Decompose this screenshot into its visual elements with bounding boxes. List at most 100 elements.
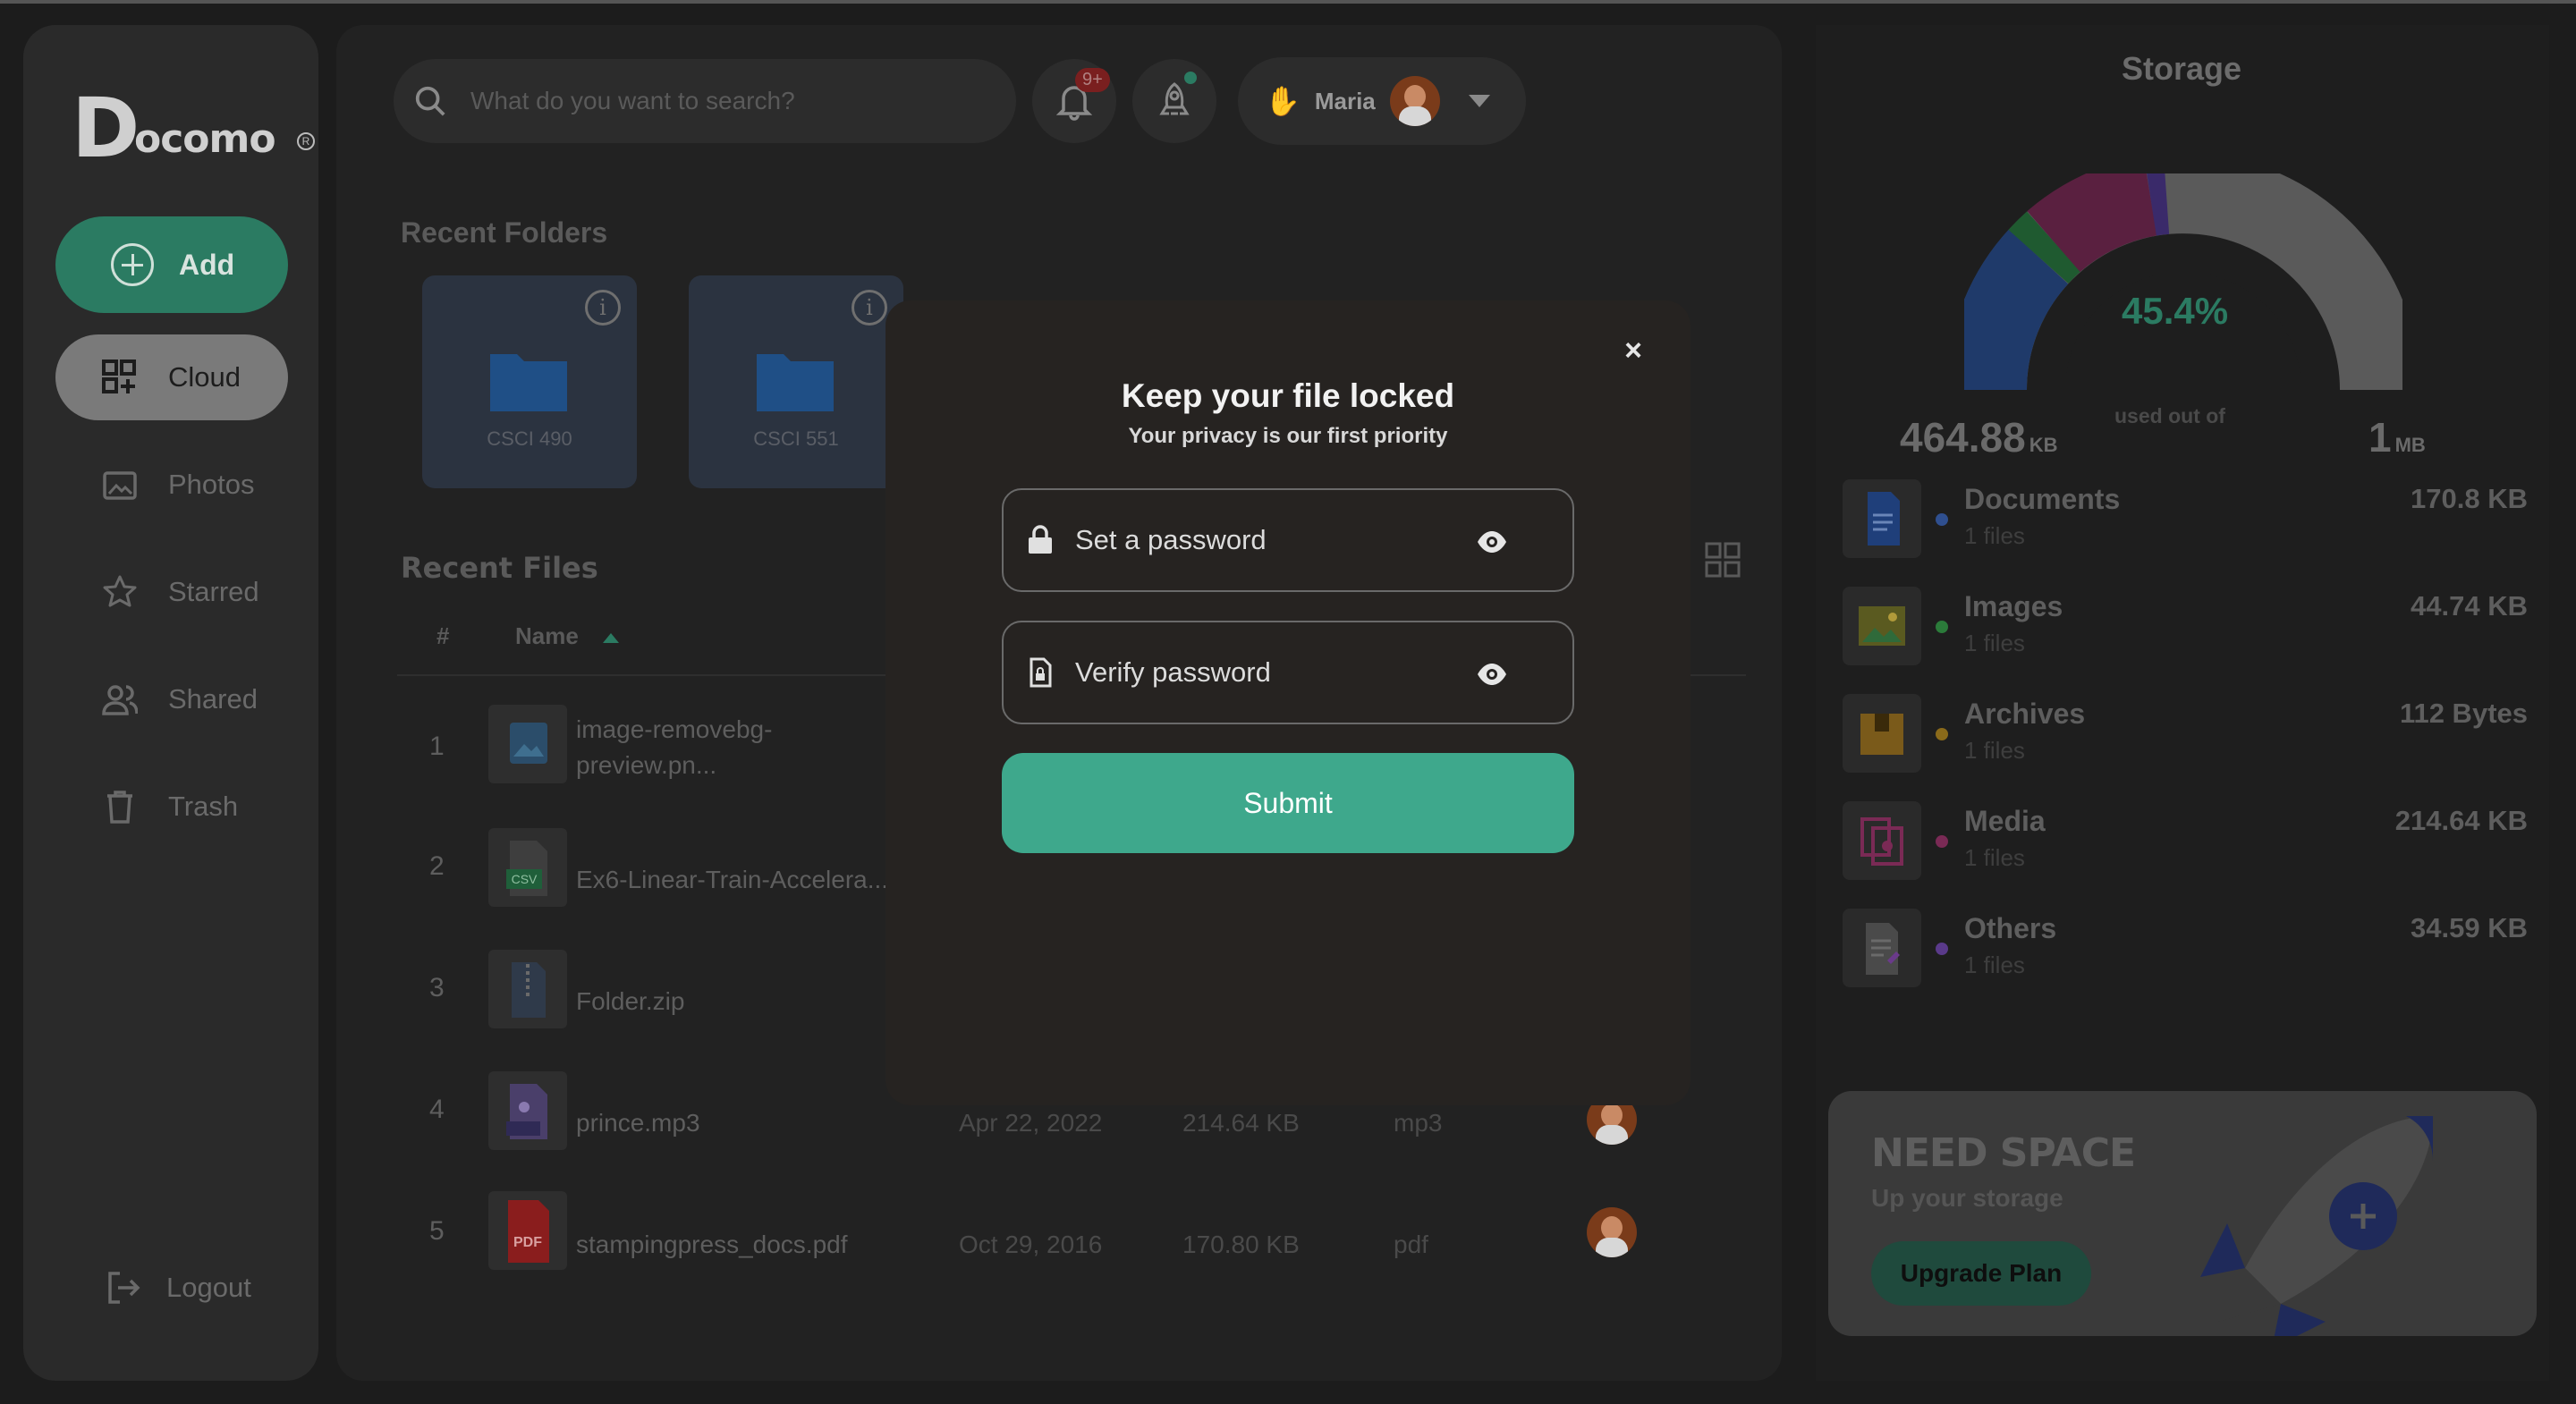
set-password-field[interactable]: Set a password xyxy=(1002,488,1574,592)
category-dot xyxy=(1936,943,1948,955)
sidebar-item-starred[interactable]: Starred xyxy=(55,549,288,635)
archive-box-icon xyxy=(1843,694,1921,773)
recent-files-title: Recent Files xyxy=(401,551,598,585)
row-date: Oct 29, 2016 xyxy=(959,1231,1103,1258)
folder-card[interactable]: i CSCI 490 xyxy=(422,275,637,488)
verify-password-input[interactable]: Verify password xyxy=(1075,656,1271,689)
category-count: 1 files xyxy=(1964,844,2025,871)
csv-file-icon: CSV xyxy=(506,841,547,896)
sidebar-item-cloud[interactable]: Cloud xyxy=(55,334,288,420)
category-name: Media xyxy=(1964,805,2046,837)
column-header-index: # xyxy=(436,622,450,649)
category-count: 1 files xyxy=(1964,522,2025,549)
category-name: Images xyxy=(1964,590,2063,622)
sidebar-item-photos[interactable]: Photos xyxy=(55,442,288,528)
category-size: 44.74 KB xyxy=(2411,590,2528,622)
category-dot xyxy=(1936,728,1948,740)
trash-icon xyxy=(107,791,132,824)
other-file-icon xyxy=(1843,909,1921,987)
shared-users-icon xyxy=(102,685,138,715)
total-amount: 1 MB xyxy=(2368,413,2426,461)
info-icon[interactable]: i xyxy=(852,290,887,326)
folder-icon xyxy=(490,354,567,411)
sidebar-item-label: Cloud xyxy=(168,361,241,393)
sidebar-item-shared[interactable]: Shared xyxy=(55,656,288,742)
file-name-line2: preview.pn... xyxy=(576,751,717,779)
upgrade-promo-card: NEED SPACE Up your storage Upgrade Plan xyxy=(1828,1091,2537,1336)
folder-icon xyxy=(757,354,834,411)
total-unit: MB xyxy=(2394,434,2426,456)
table-row-name[interactable]: image-removebg- preview.pn... xyxy=(576,712,772,783)
chevron-down-icon xyxy=(1468,95,1490,107)
modal-subtitle: Your privacy is our first priority xyxy=(1128,424,1448,448)
document-lock-icon xyxy=(1030,657,1052,688)
column-header-name-label: Name xyxy=(515,622,579,649)
image-file-icon xyxy=(510,723,547,764)
search-bar[interactable]: What do you want to search? xyxy=(394,59,1016,143)
used-unit: KB xyxy=(2029,434,2058,456)
table-row-name[interactable]: Folder.zip xyxy=(576,984,684,1019)
notification-badge: 9+ xyxy=(1075,68,1110,92)
promo-subheading: Up your storage xyxy=(1871,1184,2063,1212)
storage-category-others[interactable]: Others 1 files 34.59 KB xyxy=(1843,909,2528,989)
sidebar: D ocomo R Add Cloud Photos Starred Share… xyxy=(23,25,318,1381)
document-file-icon xyxy=(1843,479,1921,558)
user-menu[interactable]: ✋ Maria xyxy=(1238,57,1526,145)
upgrade-rocket-button[interactable] xyxy=(1132,59,1216,143)
upgrade-plan-button[interactable]: Upgrade Plan xyxy=(1871,1241,2091,1306)
notifications-button[interactable]: 9+ xyxy=(1032,59,1116,143)
registered-mark: R xyxy=(297,132,315,150)
verify-password-field[interactable]: Verify password xyxy=(1002,621,1574,724)
logout-button[interactable]: Logout xyxy=(106,1270,251,1306)
sort-ascending-icon xyxy=(603,632,620,643)
category-size: 170.8 KB xyxy=(2411,483,2528,514)
set-password-input[interactable]: Set a password xyxy=(1075,524,1267,556)
row-index: 3 xyxy=(429,973,445,1002)
category-name: Others xyxy=(1964,912,2057,944)
storage-category-documents[interactable]: Documents 1 files 170.8 KB xyxy=(1843,479,2528,560)
close-button[interactable]: × xyxy=(1615,333,1651,368)
folder-card[interactable]: i CSCI 551 xyxy=(689,275,903,488)
eye-icon[interactable] xyxy=(1476,658,1508,690)
logout-label: Logout xyxy=(166,1272,251,1303)
storage-category-archives[interactable]: Archives 1 files 112 Bytes xyxy=(1843,694,2528,774)
eye-icon[interactable] xyxy=(1476,526,1508,558)
total-value: 1 xyxy=(2368,414,2392,461)
logo-initial: D xyxy=(72,80,140,176)
table-row-name[interactable]: stampingpress_docs.pdf xyxy=(576,1227,848,1263)
wave-icon: ✋ xyxy=(1265,85,1301,117)
sidebar-item-label: Shared xyxy=(168,683,258,715)
sidebar-item-label: Trash xyxy=(168,791,239,822)
category-size: 112 Bytes xyxy=(2399,698,2528,729)
logo-text: ocomo xyxy=(134,116,276,162)
grid-view-icon[interactable] xyxy=(1705,542,1741,578)
submit-button[interactable]: Submit xyxy=(1002,753,1574,853)
add-button[interactable]: Add xyxy=(55,216,288,313)
row-index: 1 xyxy=(429,732,445,761)
sidebar-item-trash[interactable]: Trash xyxy=(55,764,288,850)
row-index: 2 xyxy=(429,851,445,881)
mp3-file-icon xyxy=(506,1084,547,1139)
sidebar-item-label: Photos xyxy=(168,469,255,500)
sidebar-item-label: Starred xyxy=(168,576,259,607)
storage-category-media[interactable]: Media 1 files 214.64 KB xyxy=(1843,801,2528,882)
column-header-name[interactable]: Name xyxy=(515,622,620,650)
row-type: pdf xyxy=(1394,1231,1428,1258)
category-size: 34.59 KB xyxy=(2411,912,2528,943)
rocket-icon xyxy=(1159,82,1190,115)
table-row-name[interactable]: prince.mp3 xyxy=(576,1105,700,1141)
user-name: Maria xyxy=(1314,87,1376,114)
search-input[interactable]: What do you want to search? xyxy=(470,87,795,115)
table-row-name[interactable]: Ex6-Linear-Train-Accelera... xyxy=(576,862,888,898)
file-name-line1: image-removebg- xyxy=(576,715,773,743)
media-icon xyxy=(1843,801,1921,880)
svg-text:PDF: PDF xyxy=(513,1235,542,1250)
avatar xyxy=(1389,76,1440,126)
logo: D ocomo R xyxy=(72,80,315,179)
file-thumbnail xyxy=(488,1071,567,1150)
window-top-border xyxy=(0,0,2576,4)
row-size: 214.64 KB xyxy=(1182,1109,1300,1137)
info-icon[interactable]: i xyxy=(585,290,621,326)
cloud-grid-icon xyxy=(102,359,136,393)
storage-category-images[interactable]: Images 1 files 44.74 KB xyxy=(1843,587,2528,667)
